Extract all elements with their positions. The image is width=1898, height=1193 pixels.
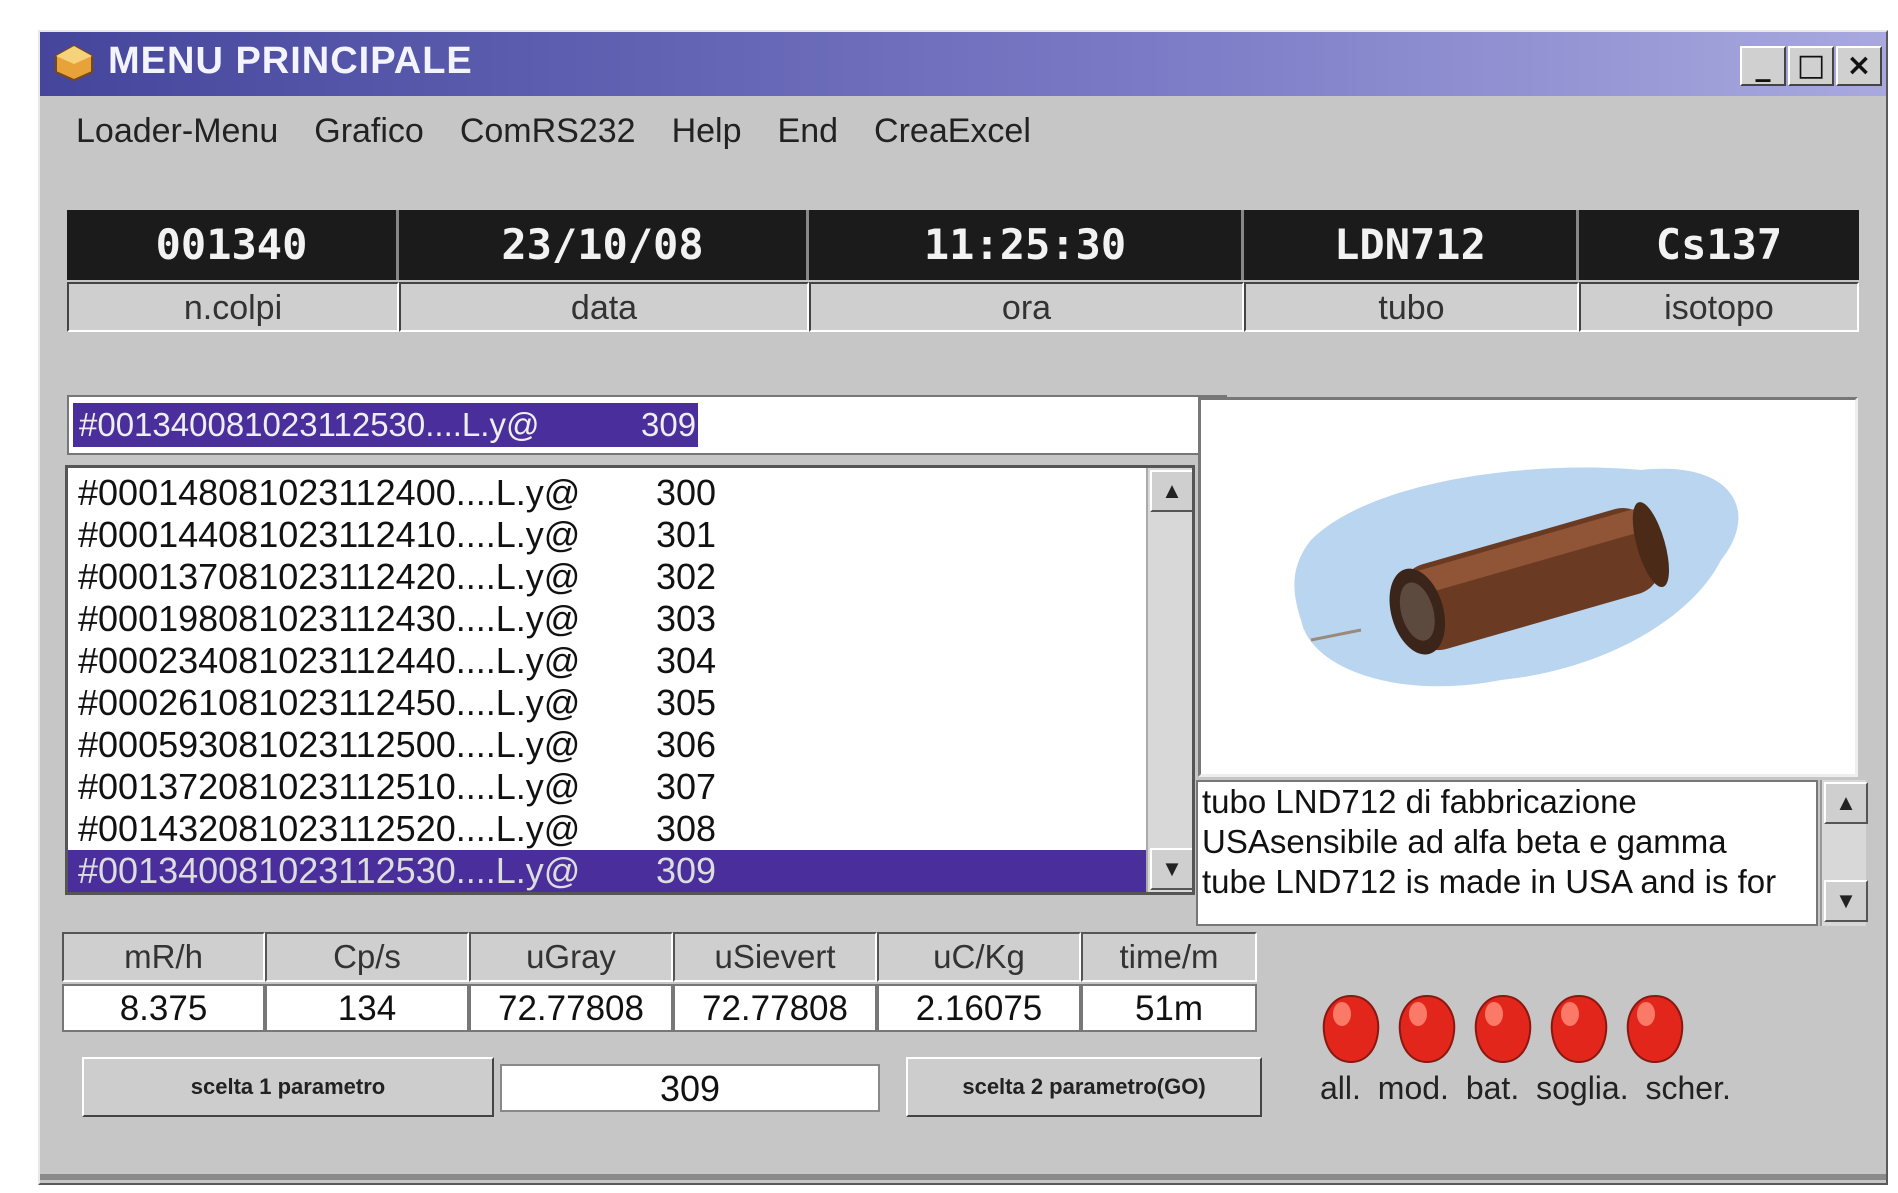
colpi-label: n.colpi (67, 282, 399, 332)
selected-record-code: #001340081023112530....L.y@ (79, 406, 540, 443)
list-item[interactable]: #000137081023112420....L.y@ 302 (68, 556, 1150, 598)
scroll-up-icon[interactable]: ▲ (1150, 470, 1192, 512)
maximize-button[interactable]: □ (1788, 46, 1834, 86)
tube-description[interactable]: tubo LND712 di fabbricazione USAsensibil… (1196, 780, 1818, 926)
uckg-label: uC/Kg (877, 932, 1081, 982)
records-list[interactable]: #000148081023112400....L.y@ 300 #00014408… (65, 465, 1195, 895)
menu-end[interactable]: End (760, 102, 857, 162)
list-item-selected[interactable]: #001340081023112530....L.y@ 309 (68, 850, 1150, 892)
ugray-label: uGray (469, 932, 673, 982)
list-item[interactable]: #000234081023112440....L.y@ 304 (68, 640, 1150, 682)
isotope-value: Cs137 (1579, 210, 1859, 280)
cps-value: 134 (265, 984, 469, 1032)
main-window: MENU PRINCIPALE _ □ × Loader-Menu Grafic… (38, 30, 1888, 1185)
time-m-value: 51m (1081, 984, 1257, 1032)
list-item[interactable]: #000593081023112500....L.y@ 306 (68, 724, 1150, 766)
geiger-tube-picture (1294, 467, 1739, 687)
list-item[interactable]: #001432081023112520....L.y@ 308 (68, 808, 1150, 850)
list-item[interactable]: #000144081023112410....L.y@ 301 (68, 514, 1150, 556)
description-line-2: USAsensibile ad alfa beta e gamma (1202, 823, 1727, 860)
usievert-label: uSievert (673, 932, 877, 982)
led-label-bat: bat. (1465, 1070, 1520, 1106)
description-line-3: tube LND712 is made in USA and is for (1202, 863, 1777, 900)
list-item[interactable]: #001372081023112510....L.y@ 307 (68, 766, 1150, 808)
date-value: 23/10/08 (399, 210, 809, 280)
led-label-all: all. (1320, 1070, 1361, 1106)
led-all-icon (1322, 994, 1380, 1064)
ugray-value: 72.77808 (469, 984, 673, 1032)
desc-scroll-up-icon[interactable]: ▲ (1824, 782, 1868, 824)
selected-record-num: 309 (641, 406, 697, 443)
list-item[interactable]: #000198081023112430....L.y@ 303 (68, 598, 1150, 640)
choose-param-2-button[interactable]: scelta 2 parametro(GO) (906, 1057, 1262, 1117)
menu-loader[interactable]: Loader-Menu (58, 102, 296, 162)
scroll-down-icon[interactable]: ▼ (1150, 848, 1192, 890)
menu-creaexcel[interactable]: CreaExcel (856, 102, 1049, 162)
led-label-mod: mod. (1377, 1070, 1449, 1106)
desc-scroll-down-icon[interactable]: ▼ (1824, 880, 1868, 922)
led-mod-icon (1398, 994, 1456, 1064)
title-bar[interactable]: MENU PRINCIPALE _ □ × (40, 32, 1886, 96)
time-m-label: time/m (1081, 932, 1257, 982)
list-item[interactable]: #000261081023112450....L.y@ 305 (68, 682, 1150, 724)
time-value: 11:25:30 (809, 210, 1244, 280)
app-icon (55, 44, 93, 82)
date-label: data (399, 282, 809, 332)
window-title: MENU PRINCIPALE (108, 40, 473, 82)
description-line-1: tubo LND712 di fabbricazione (1202, 783, 1637, 820)
tube-label: tubo (1244, 282, 1579, 332)
close-button[interactable]: × (1836, 46, 1882, 86)
tube-value: LDN712 (1244, 210, 1579, 280)
window-bottom-edge (40, 1174, 1886, 1180)
led-soglia-icon (1550, 994, 1608, 1064)
colpi-value: 001340 (67, 210, 399, 280)
mrh-label: mR/h (62, 932, 265, 982)
selected-record-highlight: #001340081023112530....L.y@ 309 (73, 403, 698, 447)
minimize-button[interactable]: _ (1740, 46, 1786, 86)
led-label-soglia: soglia. (1536, 1070, 1629, 1106)
cps-label: Cp/s (265, 932, 469, 982)
led-label-scher: scher. (1645, 1070, 1731, 1106)
menu-bar: Loader-Menu Grafico ComRS232 Help End Cr… (58, 102, 1049, 162)
time-label: ora (809, 282, 1244, 332)
param-value-field[interactable]: 309 (500, 1064, 880, 1112)
menu-comrs232[interactable]: ComRS232 (442, 102, 654, 162)
led-scher-icon (1626, 994, 1684, 1064)
isotope-label: isotopo (1579, 282, 1859, 332)
description-scrollbar[interactable]: ▲ ▼ (1820, 780, 1868, 926)
usievert-value: 72.77808 (673, 984, 877, 1032)
list-scrollbar[interactable]: ▲ ▼ (1146, 468, 1192, 892)
selected-record-field[interactable]: #001340081023112530....L.y@ 309 (67, 395, 1227, 455)
menu-help[interactable]: Help (654, 102, 760, 162)
list-item[interactable]: #000148081023112400....L.y@ 300 (68, 472, 1150, 514)
mrh-value: 8.375 (62, 984, 265, 1032)
led-bat-icon (1474, 994, 1532, 1064)
tube-image (1198, 397, 1858, 777)
choose-param-1-button[interactable]: scelta 1 parametro (82, 1057, 494, 1117)
led-labels: all. mod. bat. soglia. scher. (1320, 1070, 1739, 1107)
menu-grafico[interactable]: Grafico (296, 102, 442, 162)
uckg-value: 2.16075 (877, 984, 1081, 1032)
